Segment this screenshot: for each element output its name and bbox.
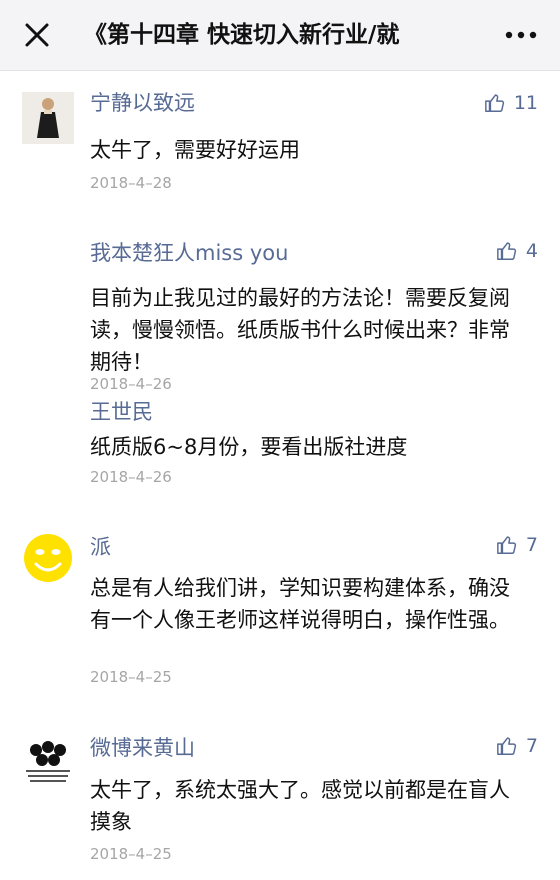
comment-nickname[interactable]: 派 xyxy=(90,532,111,562)
comment-content: 太牛了，需要好好运用 xyxy=(90,138,300,162)
comment-content: 目前为止我见过的最好的方法论！需要反复阅读，慢慢领悟。纸质版书什么时候出来？非常… xyxy=(90,286,510,374)
comment-content: 总是有人给我们讲，学知识要构建体系，确没有一个人像王老师这样说得明白，操作性强。 xyxy=(90,576,510,632)
author-reply-name: 王世民 xyxy=(90,400,153,424)
like-count: 4 xyxy=(525,240,538,262)
avatar-woman-image xyxy=(22,92,74,144)
top-bar: 《第十四章 快速切入新行业/就 xyxy=(0,0,560,71)
like-button[interactable]: 7 xyxy=(496,731,538,761)
thumbs-up-icon xyxy=(484,94,504,112)
like-count: 11 xyxy=(513,92,538,114)
page-title: 《第十四章 快速切入新行业/就 xyxy=(84,22,400,48)
comment-date: 2018–4–28 xyxy=(90,174,172,192)
thumbs-up-icon xyxy=(497,242,517,260)
like-count: 7 xyxy=(525,534,538,556)
author-reply-content: 纸质版6~8月份，要看出版社进度 xyxy=(90,435,408,459)
smiley-avatar-image xyxy=(22,532,74,584)
comment-content: 太牛了，系统太强大了。感觉以前都是在盲人摸象 xyxy=(90,778,510,834)
like-button[interactable]: 11 xyxy=(484,88,538,118)
comment-date: 2018–4–26 xyxy=(90,375,172,393)
thumbs-up-icon xyxy=(497,536,517,554)
avatar[interactable] xyxy=(22,92,74,144)
author-reply-date: 2018–4–26 xyxy=(90,468,172,486)
comment-nickname[interactable]: 宁静以致远 xyxy=(90,88,195,118)
more-dots-icon[interactable] xyxy=(504,22,538,48)
thumbs-up-icon xyxy=(497,737,517,755)
like-count: 7 xyxy=(525,735,538,757)
avatar[interactable] xyxy=(22,736,74,788)
avatar[interactable] xyxy=(22,532,74,584)
comment-date: 2018–4–25 xyxy=(90,845,172,863)
comment-nickname[interactable]: 微博来黄山 xyxy=(90,733,195,763)
cartoon-avatar-image xyxy=(22,736,74,788)
comment-nickname[interactable]: 我本楚狂人miss you xyxy=(90,238,288,268)
close-icon[interactable] xyxy=(22,20,52,50)
comment-date: 2018–4–25 xyxy=(90,668,172,686)
like-button[interactable]: 7 xyxy=(496,530,538,560)
like-button[interactable]: 4 xyxy=(496,236,538,266)
